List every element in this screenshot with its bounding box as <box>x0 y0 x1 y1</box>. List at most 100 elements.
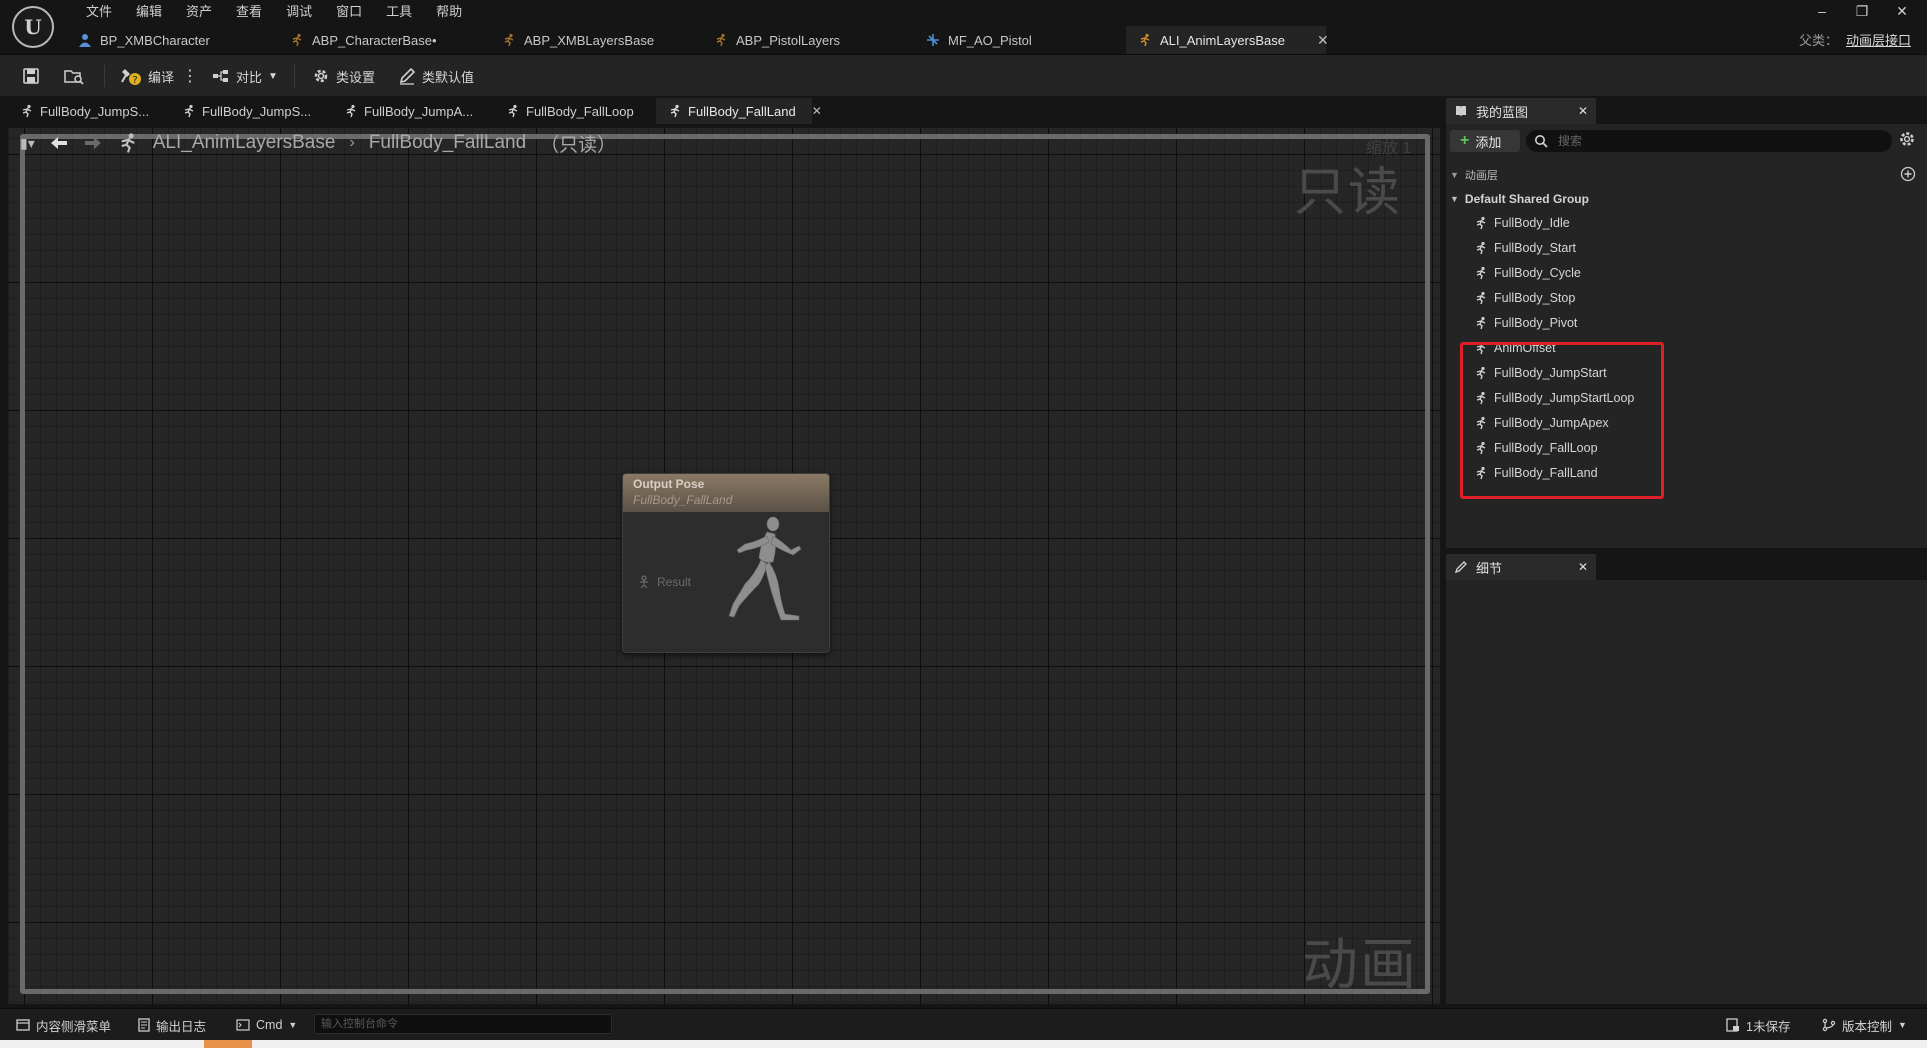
doc-tab-bp-xmbcharacter[interactable]: BP_XMBCharacter <box>66 26 278 54</box>
compile-options-button[interactable]: ⋮ <box>182 63 198 89</box>
restore-button[interactable]: ❐ <box>1845 0 1879 22</box>
add-button[interactable]: + 添加 <box>1450 130 1520 152</box>
caret-down-icon: ▼ <box>1450 194 1459 204</box>
graph-tab-jumpstart[interactable]: FullBody_JumpS... <box>8 98 170 124</box>
result-pin-label: Result <box>657 575 692 589</box>
source-control-label: 版本控制 <box>1842 1019 1893 1034</box>
graph-tab-fallloop[interactable]: FullBody_FallLoop <box>494 98 656 124</box>
content-drawer-button[interactable]: 内容侧滑菜单 <box>16 1016 111 1034</box>
search-field[interactable] <box>1526 130 1892 152</box>
doc-tab-label: ABP_CharacterBase• <box>312 32 437 48</box>
breadcrumb-current[interactable]: FullBody_FallLand <box>369 132 526 154</box>
anim-layer-icon <box>1474 216 1488 230</box>
forward-arrow-icon[interactable] <box>83 135 103 151</box>
details-tab[interactable]: 细节 ✕ <box>1446 554 1596 580</box>
menu-tools[interactable]: 工具 <box>374 2 424 22</box>
diff-button[interactable]: 对比 ▼ <box>212 63 278 89</box>
breadcrumb-root[interactable]: ALI_AnimLayersBase <box>153 132 336 154</box>
console-command-input[interactable] <box>314 1014 612 1034</box>
anim-layer-icon <box>1474 291 1488 305</box>
material-function-icon <box>926 33 940 47</box>
taskbar-indicator <box>204 1040 252 1048</box>
menu-debug[interactable]: 调试 <box>274 2 324 22</box>
output-log-button[interactable]: 输出日志 <box>138 1016 206 1034</box>
back-arrow-icon[interactable] <box>49 135 69 151</box>
menu-bar: 文件 编辑 资产 查看 调试 窗口 工具 帮助 <box>74 2 474 22</box>
browse-button[interactable] <box>64 63 84 89</box>
list-item[interactable]: FullBody_Idle <box>1474 210 1774 235</box>
list-item[interactable]: FullBody_Pivot <box>1474 310 1774 335</box>
menu-asset[interactable]: 资产 <box>174 2 224 22</box>
doc-tab-label: ABP_XMBLayersBase <box>524 32 655 48</box>
doc-tab-abp-xmblayersbase[interactable]: ABP_XMBLayersBase <box>490 26 702 54</box>
output-pose-node[interactable]: Output Pose FullBody_FallLand Result <box>622 473 830 653</box>
content-drawer-label: 内容侧滑菜单 <box>36 1019 112 1034</box>
chevron-right-icon: › <box>349 134 355 151</box>
bookmark-icon[interactable]: ▮▾ <box>20 135 35 152</box>
layer-name: FullBody_Cycle <box>1494 265 1581 280</box>
unreal-logo-icon[interactable]: U <box>12 6 54 48</box>
close-tab-icon[interactable]: ✕ <box>812 104 822 118</box>
graph-tab-label: FullBody_FallLand <box>688 103 796 119</box>
annotation-highlight-box <box>1460 342 1664 499</box>
list-item[interactable]: FullBody_Start <box>1474 235 1774 260</box>
class-defaults-button[interactable]: 类默认值 <box>398 63 474 89</box>
doc-tab-mf-ao-pistol[interactable]: MF_AO_Pistol <box>914 26 1126 54</box>
gear-icon[interactable] <box>1898 130 1916 148</box>
parent-class-link[interactable]: 动画层接口 <box>1846 33 1911 48</box>
save-button[interactable] <box>22 63 40 89</box>
class-settings-button[interactable]: 类设置 <box>312 63 375 89</box>
menu-view[interactable]: 查看 <box>224 2 274 22</box>
doc-tab-ali-animlayersbase[interactable]: ALI_AnimLayersBase ✕ <box>1126 26 1329 54</box>
menu-file[interactable]: 文件 <box>74 2 124 22</box>
graph-type-watermark: 动画 <box>1302 933 1418 996</box>
anim-layer-icon <box>506 104 520 118</box>
close-tab-icon[interactable]: ✕ <box>1578 560 1588 574</box>
doc-tab-label: BP_XMBCharacter <box>100 32 210 48</box>
anim-layers-section-header[interactable]: ▼ 动画层 <box>1450 166 1922 184</box>
status-bar: 内容侧滑菜单 输出日志 Cmd ▼ 1未保存 版本控制 ▼ <box>0 1008 1927 1040</box>
graph-tab-falland[interactable]: FullBody_FallLand ✕ <box>656 98 822 124</box>
blueprint-person-icon <box>78 33 92 47</box>
doc-tab-label: ABP_PistolLayers <box>736 32 841 48</box>
result-pin[interactable]: Result <box>637 575 691 589</box>
unsaved-label: 1未保存 <box>1746 1019 1791 1034</box>
compile-button[interactable]: ? 编译 <box>120 63 174 89</box>
menu-help[interactable]: 帮助 <box>424 2 474 22</box>
window-controls: – ❐ ✕ <box>1805 0 1919 22</box>
book-icon <box>1454 104 1468 118</box>
chevron-down-icon: ▼ <box>268 70 278 82</box>
close-tab-icon[interactable]: ✕ <box>1578 104 1588 118</box>
menu-edit[interactable]: 编辑 <box>124 2 174 22</box>
unsaved-button[interactable]: 1未保存 <box>1726 1016 1790 1034</box>
doc-tab-abp-characterbase[interactable]: ABP_CharacterBase• <box>278 26 490 54</box>
doc-tab-abp-pistollayers[interactable]: ABP_PistolLayers <box>702 26 914 54</box>
graph-tab-jumpstartloop[interactable]: FullBody_JumpS... <box>170 98 332 124</box>
menu-window[interactable]: 窗口 <box>324 2 374 22</box>
minimize-button[interactable]: – <box>1805 0 1839 22</box>
parent-class-label: 父类： <box>1798 33 1838 48</box>
anim-layer-icon <box>668 104 682 118</box>
anim-layer-icon <box>182 104 196 118</box>
graph-tab-label: FullBody_FallLoop <box>526 103 634 119</box>
add-layer-icon[interactable] <box>1900 166 1916 182</box>
anim-layer-icon <box>1474 266 1488 280</box>
my-blueprint-tab-label: 我的蓝图 <box>1476 104 1529 120</box>
graph-tab-jumpapex[interactable]: FullBody_JumpA... <box>332 98 494 124</box>
my-blueprint-tab[interactable]: 我的蓝图 ✕ <box>1446 98 1596 124</box>
list-item[interactable]: FullBody_Stop <box>1474 285 1774 310</box>
cmd-selector[interactable]: Cmd ▼ <box>236 1016 297 1034</box>
layer-name: FullBody_Stop <box>1494 290 1576 305</box>
anim-layer-icon <box>1474 241 1488 255</box>
details-panel <box>1446 580 1927 1004</box>
section-label: 动画层 <box>1464 170 1498 182</box>
branch-icon <box>1822 1018 1836 1032</box>
chevron-down-icon: ▼ <box>1898 1020 1907 1030</box>
list-item[interactable]: FullBody_Cycle <box>1474 260 1774 285</box>
search-input[interactable] <box>1556 133 1880 149</box>
close-tab-icon[interactable]: ✕ <box>1317 32 1329 49</box>
diff-label: 对比 <box>236 69 263 85</box>
source-control-button[interactable]: 版本控制 ▼ <box>1822 1016 1907 1034</box>
close-window-button[interactable]: ✕ <box>1885 0 1919 22</box>
layer-group-header[interactable]: ▼ Default Shared Group <box>1450 190 1589 208</box>
